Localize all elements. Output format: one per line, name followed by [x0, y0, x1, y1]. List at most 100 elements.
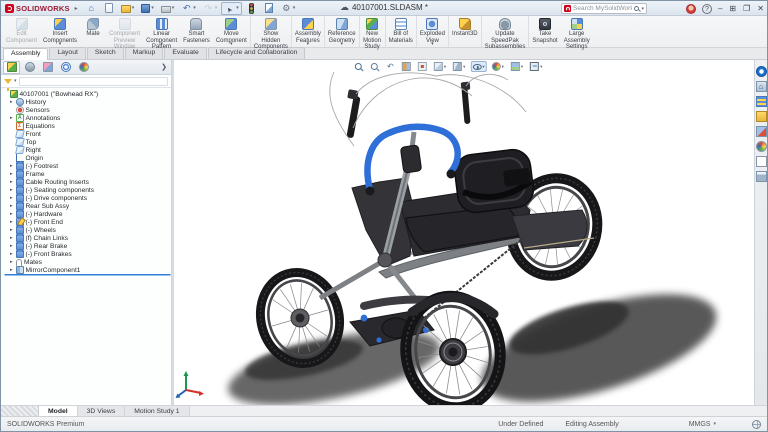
feature-tree-item[interactable]: ▸ (f) Chain Links	[4, 234, 171, 242]
feature-tree-item[interactable]: ▸ Annotations	[4, 114, 171, 122]
command-button[interactable]: Large Assembly Settings ▾	[561, 16, 593, 47]
expand-arrow-icon[interactable]: ▸	[10, 235, 14, 241]
view-orientation-button[interactable]: ▾	[432, 60, 448, 73]
search-input[interactable]: Search MySolidWorks	[573, 5, 632, 12]
feature-tree-item[interactable]: ▸ Right	[4, 146, 171, 154]
document-tab[interactable]: Model	[39, 406, 78, 416]
command-button[interactable]: Update SpeedPak Subassemblies ▾	[481, 16, 529, 47]
help-button[interactable]: ?	[702, 4, 712, 14]
command-button[interactable]: Bill of Materials ▾	[385, 16, 416, 47]
undo-button[interactable]: ▾	[178, 2, 199, 15]
expand-arrow-icon[interactable]: ▸	[10, 243, 14, 249]
command-button[interactable]: Component Preview Window ▾	[106, 16, 143, 47]
options-button[interactable]: ▾	[278, 2, 299, 15]
feature-tree-item[interactable]: ▸ (-) Rear Brake	[4, 242, 171, 250]
expand-arrow-icon[interactable]: ▸	[10, 99, 14, 105]
file-explorer-icon[interactable]	[756, 111, 767, 122]
expand-arrow-icon[interactable]: ▸	[10, 171, 14, 177]
feature-tree-item[interactable]: ▸ (-) Front End	[4, 218, 171, 226]
design-library-icon[interactable]	[756, 96, 767, 107]
tab-propertymanager[interactable]	[21, 61, 38, 74]
feature-tree-item[interactable]: ▸ Front	[4, 130, 171, 138]
feature-tree-item[interactable]: ▸ (-) Hardware	[4, 210, 171, 218]
search-icon[interactable]	[634, 6, 639, 11]
solidworks-resources-icon[interactable]	[756, 81, 767, 92]
feature-tree-item[interactable]: ▸ MirrorComponent1	[4, 266, 171, 274]
edit-appearance-button[interactable]: ▾	[490, 60, 506, 73]
panel-expand-arrow[interactable]: ❯	[161, 63, 169, 71]
threedexperience-icon[interactable]	[756, 66, 767, 77]
solidworks-logo[interactable]: SOLIDWORKS	[5, 4, 70, 13]
menu-flyout-arrow[interactable]: ▸	[75, 5, 78, 12]
globe-icon[interactable]	[752, 420, 761, 429]
open-button[interactable]: ▾	[118, 2, 138, 15]
command-button[interactable]: Insert Components ▾	[40, 16, 80, 47]
feature-tree-item[interactable]: ▸ Origin	[4, 154, 171, 162]
expand-arrow-icon[interactable]: ▸	[10, 251, 14, 257]
expand-arrow-icon[interactable]: ▸	[10, 179, 14, 185]
document-tab[interactable]: Motion Study 1	[125, 406, 189, 416]
appearances-icon[interactable]	[756, 141, 767, 152]
command-button[interactable]: New Motion Study ▾	[359, 16, 385, 47]
filter-dropdown-caret[interactable]: ▾	[14, 78, 17, 84]
scenes-icon[interactable]	[756, 156, 767, 167]
command-manager-tab[interactable]: Assembly	[3, 48, 48, 60]
minimize-button[interactable]: –	[718, 1, 722, 16]
feature-tree-item[interactable]: ▸ (-) Wheels	[4, 226, 171, 234]
command-button[interactable]: Edit Component ▾	[3, 16, 40, 47]
graphics-viewport[interactable]: ▾ ▾ ▾ ▾ ▾ ▾	[174, 60, 754, 405]
feature-tree-item[interactable]: ▸ Sensors	[4, 106, 171, 114]
tab-scroll-grip[interactable]	[1, 406, 39, 416]
feature-tree-item[interactable]: ▸ Mates	[4, 258, 171, 266]
layout-button[interactable]: ⊞	[729, 1, 736, 16]
zoom-to-area-button[interactable]: ▾	[368, 60, 381, 73]
expand-arrow-icon[interactable]: ▸	[10, 259, 14, 265]
feature-tree-item[interactable]: ▸ (-) Footrest	[4, 162, 171, 170]
apply-scene-button[interactable]: ▾	[509, 60, 525, 73]
file-properties-button[interactable]: ▾	[261, 2, 277, 15]
feature-tree-item[interactable]: ▸ (-) Seating components	[4, 186, 171, 194]
feature-tree-item[interactable]: ▸ Equations	[4, 122, 171, 130]
dynamic-annotation-button[interactable]: ▾	[416, 60, 429, 73]
expand-arrow-icon[interactable]: ▸	[10, 187, 14, 193]
model-3d-handcycle[interactable]	[174, 60, 754, 405]
expand-arrow-icon[interactable]: ▸	[10, 267, 14, 273]
search-dropdown-caret[interactable]: ▾	[641, 6, 644, 12]
command-button[interactable]: Reference Geometry ▾	[324, 16, 359, 47]
command-button[interactable]: Smart Fasteners ▾	[180, 16, 213, 47]
close-button[interactable]: ✕	[757, 1, 764, 16]
feature-tree-item[interactable]: ▸ Rear Sub Assy	[4, 202, 171, 210]
command-button[interactable]: Show Hidden Components ▾	[250, 16, 291, 47]
expand-arrow-icon[interactable]: ▸	[10, 203, 14, 209]
restore-button[interactable]: ❐	[743, 1, 750, 16]
feature-tree-item[interactable]: ▸ (-) Drive components	[4, 194, 171, 202]
feature-tree-item[interactable]: ▸ Top	[4, 138, 171, 146]
feature-tree-item[interactable]: ▸ (-) Front Brakes	[4, 250, 171, 258]
command-button[interactable]: Move Component ▾	[213, 16, 250, 47]
filter-icon[interactable]	[4, 79, 12, 84]
user-avatar[interactable]	[686, 4, 696, 14]
hide-show-items-button[interactable]: ▾	[470, 61, 486, 73]
select-button[interactable]: ▾	[221, 2, 242, 15]
tab-displaymanager[interactable]	[75, 61, 92, 74]
redo-button[interactable]: ▾	[200, 2, 221, 15]
expand-arrow-icon[interactable]: ▸	[10, 163, 14, 169]
zoom-to-fit-button[interactable]: ▾	[352, 60, 365, 73]
command-button[interactable]: Take Snapshot ▾	[528, 16, 560, 47]
home-button[interactable]: ▾	[83, 2, 100, 15]
command-button[interactable]: Exploded View ▾	[416, 16, 448, 47]
view-settings-button[interactable]: ▾	[528, 60, 544, 73]
feature-tree-item[interactable]: ▸ History	[4, 98, 171, 106]
custom-properties-icon[interactable]	[756, 171, 767, 182]
section-view-button[interactable]: ▾	[400, 60, 413, 73]
command-button[interactable]: Mate ▾	[80, 16, 106, 47]
save-button[interactable]: ▾	[138, 2, 157, 15]
expand-arrow-icon[interactable]: ▸	[10, 219, 14, 225]
command-button[interactable]: Instant3D ▾	[448, 16, 481, 47]
rebuild-button[interactable]: ▾	[243, 2, 260, 15]
command-button[interactable]: Linear Component Pattern ▾	[143, 16, 180, 47]
tab-configurationmanager[interactable]	[39, 61, 56, 74]
expand-arrow-icon[interactable]: ▸	[10, 115, 14, 121]
tab-featuremanager[interactable]	[3, 61, 20, 74]
view-palette-icon[interactable]	[756, 126, 767, 137]
